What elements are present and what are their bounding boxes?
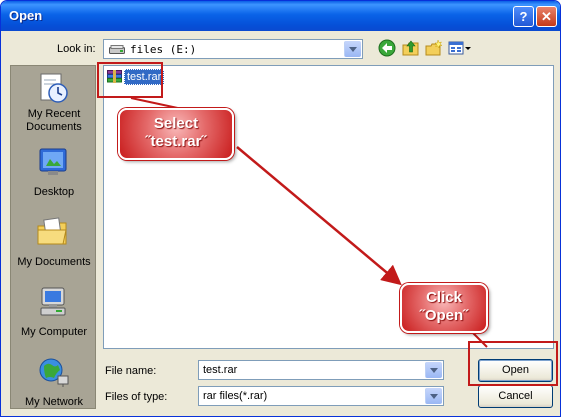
arrow-to-click-bubble [236,146,402,286]
bubble-line: Select [153,115,199,132]
open-dialog: Open ? ✕ Look in: files (E:) My Recent D… [0,0,561,417]
click-annotation-bubble: Click ˝Open˝ [400,283,488,333]
annotation-arrows [130,97,488,348]
bubble-line: ˝test.rar˝ [145,133,207,150]
bubble-connector [470,330,488,348]
bubble-line: Click [426,289,462,306]
bubble-line: ˝Open˝ [419,307,469,324]
select-annotation-bubble: Select ˝test.rar˝ [118,108,234,160]
